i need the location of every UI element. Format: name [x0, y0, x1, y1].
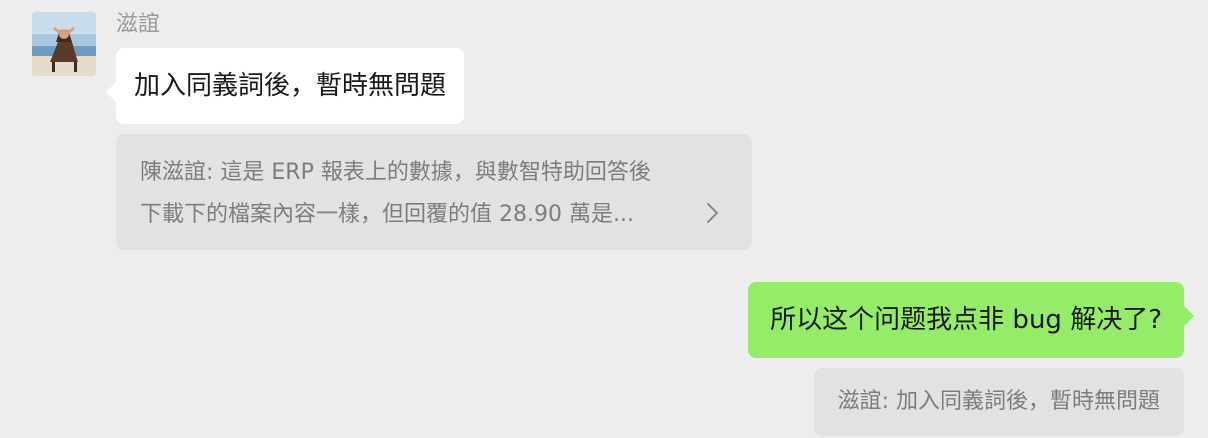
beach-chair-photo-avatar [32, 12, 96, 76]
incoming-message-bubble[interactable]: 加入同義詞後，暫時無問題 [105, 48, 465, 124]
quote-line-2: 下載下的檔案內容一樣，但回覆的值 28.90 萬是... [140, 202, 634, 227]
chevron-right-icon [707, 203, 718, 223]
quote-line-1: 陳滋誼: 這是 ERP 報表上的數據，與數智特助回答後 [140, 160, 651, 185]
sender-avatar[interactable] [32, 12, 96, 76]
incoming-quoted-message[interactable]: 陳滋誼: 這是 ERP 報表上的數據，與數智特助回答後 下載下的檔案內容一樣，但… [116, 134, 752, 250]
sender-name: 滋誼 [116, 12, 161, 37]
outgoing-quoted-message[interactable]: 滋誼: 加入同義詞後，暫時無問題 [813, 368, 1184, 436]
outgoing-message-bubble[interactable]: 所以这个问题我点非 bug 解决了? [748, 282, 1194, 358]
